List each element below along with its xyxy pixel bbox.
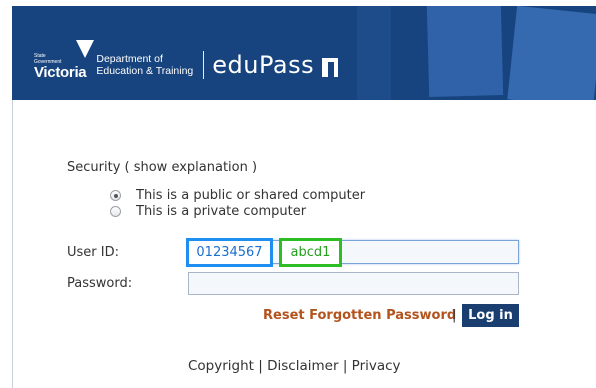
- victoria-logo-text: Victoria: [34, 64, 87, 81]
- user-id-part-highlight: 01234567: [186, 238, 273, 267]
- password-label: Password:: [67, 276, 133, 291]
- login-button[interactable]: Log in: [462, 304, 519, 327]
- department-name: Department of Education & Training: [96, 53, 193, 77]
- radio-public-label[interactable]: This is a public or shared computer: [136, 188, 365, 203]
- radio-private-label[interactable]: This is a private computer: [136, 204, 306, 219]
- banner-tile: [507, 6, 596, 100]
- user-id-label: User ID:: [67, 245, 119, 260]
- privacy-link[interactable]: Privacy: [352, 358, 401, 374]
- department-line: Department of: [96, 53, 163, 65]
- user-id-suffix-highlight: abcd1: [279, 238, 342, 267]
- password-input[interactable]: [188, 272, 519, 295]
- app-name: eduPass: [212, 51, 315, 79]
- disclaimer-link[interactable]: Disclaimer: [267, 358, 338, 374]
- victoria-logo-triangle-icon: [76, 40, 94, 58]
- banner-tile: [426, 6, 504, 97]
- banner-tile: [357, 6, 391, 100]
- department-line: Education & Training: [96, 65, 194, 77]
- footer-separator: |: [258, 358, 263, 374]
- copyright-link[interactable]: Copyright: [188, 358, 254, 374]
- header-banner: State Government Victoria Department of …: [12, 6, 596, 100]
- footer-links: Copyright | Disclaimer | Privacy: [188, 358, 401, 374]
- footer-separator: |: [342, 358, 348, 374]
- link-separator: |: [452, 308, 457, 323]
- radio-public-computer[interactable]: [110, 190, 121, 201]
- edupass-logo-icon: [322, 57, 339, 77]
- brand: State Government Victoria Department of …: [34, 40, 339, 81]
- security-label[interactable]: Security ( show explanation ): [67, 160, 257, 175]
- brand-divider: [203, 51, 205, 79]
- reset-password-link[interactable]: Reset Forgotten Password: [263, 308, 456, 323]
- radio-private-computer[interactable]: [110, 206, 121, 217]
